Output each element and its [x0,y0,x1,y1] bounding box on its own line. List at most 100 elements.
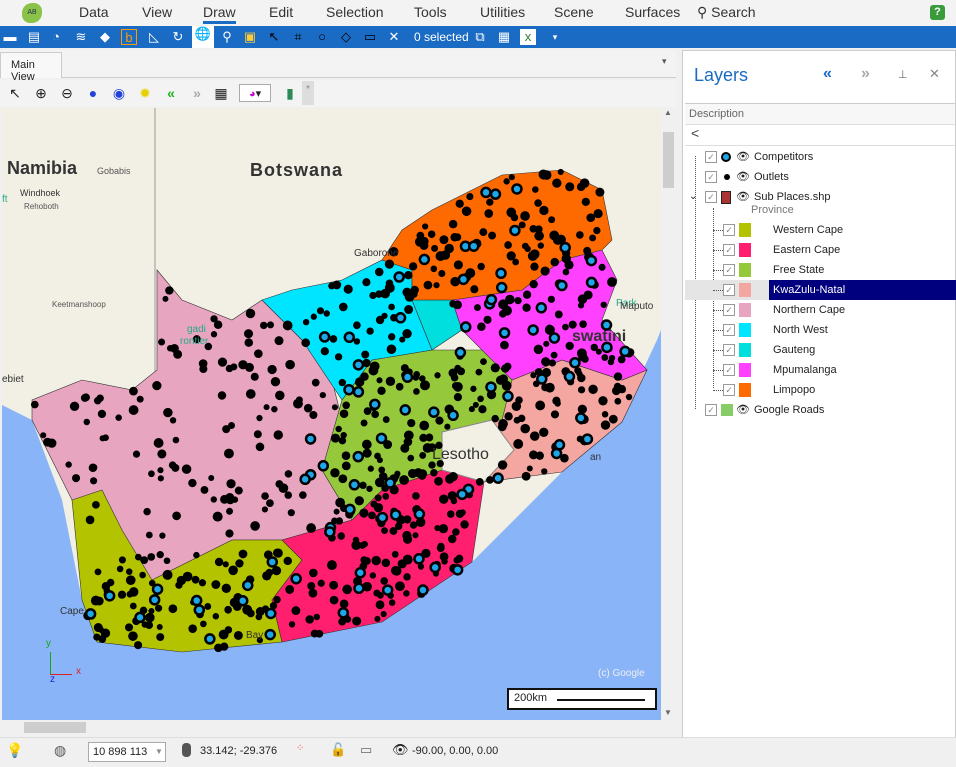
outlet-point[interactable] [607,277,617,287]
outlet-point[interactable] [466,192,474,201]
outlet-point[interactable] [360,419,368,427]
outlet-point[interactable] [226,507,234,515]
outlet-point[interactable] [359,481,367,490]
menu-edit[interactable]: Edit [269,4,293,20]
competitor-point[interactable] [467,240,480,252]
horizontal-scroll-thumb[interactable] [24,722,86,733]
outlet-point[interactable] [404,271,413,280]
outlet-point[interactable] [245,308,256,319]
outlet-point[interactable] [541,357,551,367]
outlet-point[interactable] [211,580,221,589]
outlet-point[interactable] [581,197,590,206]
outlet-point[interactable] [132,450,141,458]
outlet-point[interactable] [473,304,481,312]
outlet-point[interactable] [259,321,268,330]
outlet-point[interactable] [172,436,180,444]
outlet-point[interactable] [163,407,173,418]
province-item[interactable]: ✓ North West [685,320,956,340]
outlet-point[interactable] [503,178,510,185]
outlet-point[interactable] [331,404,338,411]
outlet-point[interactable] [608,354,616,362]
outlet-point[interactable] [320,347,329,356]
outlet-point[interactable] [266,499,274,507]
outlet-point[interactable] [497,460,508,470]
outlet-point[interactable] [537,242,544,249]
competitor-point[interactable] [393,271,405,283]
outlet-point[interactable] [354,496,364,506]
outlet-point[interactable] [484,209,494,218]
province-checkbox[interactable]: ✓ [723,264,735,276]
outlet-point[interactable] [614,397,622,405]
outlet-point[interactable] [521,471,531,481]
outlet-point[interactable] [366,485,373,492]
outlet-point[interactable] [381,527,388,534]
outlet-point[interactable] [222,425,231,434]
competitor-point[interactable] [394,312,407,324]
outlet-point[interactable] [156,551,164,559]
outlet-point[interactable] [541,468,548,475]
outlet-point[interactable] [388,333,396,341]
next-view-icon[interactable]: » [188,84,206,102]
competitor-point[interactable] [459,321,472,333]
province-item[interactable]: ✓ KwaZulu-Natal [685,280,956,300]
outlet-point[interactable] [210,331,218,338]
competitor-point[interactable] [193,604,206,616]
outlet-point[interactable] [565,182,575,192]
eye-icon[interactable]: 👁 [736,167,750,187]
competitor-point[interactable] [369,398,381,411]
outlet-point[interactable] [360,556,368,564]
competitor-point[interactable] [480,186,492,199]
buffer-icon[interactable]: b [121,29,137,45]
outlet-point[interactable] [368,511,376,520]
outlet-point[interactable] [439,235,449,245]
outlet-point[interactable] [117,590,127,599]
tab-main-view[interactable]: Main View [0,52,62,83]
outlet-point[interactable] [380,577,389,585]
outlet-point[interactable] [399,475,409,485]
competitor-point[interactable] [559,241,571,254]
outlet-point[interactable] [267,364,277,375]
outlet-point[interactable] [412,492,420,500]
outlet-point[interactable] [454,364,462,372]
outlet-point[interactable] [273,430,283,440]
outlet-point[interactable] [362,278,371,287]
outlet-point[interactable] [601,411,609,418]
selection-window-icon[interactable]: ⧉ [472,29,488,45]
outlet-point[interactable] [214,557,224,567]
select-polygon-icon[interactable]: ◇ [338,29,354,45]
outlet-point[interactable] [255,607,265,616]
outlet-point[interactable] [577,302,585,309]
outlet-point[interactable] [352,616,362,626]
outlet-point[interactable] [595,187,605,197]
outlet-point[interactable] [530,262,539,271]
competitor-point[interactable] [495,267,507,280]
outlet-point[interactable] [455,199,464,208]
outlet-point[interactable] [520,211,530,221]
outlet-point[interactable] [156,623,163,630]
outlet-point[interactable] [83,418,90,426]
outlet-point[interactable] [181,464,192,474]
outlet-point[interactable] [97,409,107,419]
outlet-point[interactable] [284,470,293,478]
outlet-point[interactable] [351,540,361,551]
outlet-point[interactable] [299,491,307,499]
outlet-point[interactable] [539,427,549,437]
outlet-point[interactable] [403,590,410,597]
outlet-point[interactable] [486,198,494,206]
outlet-point[interactable] [475,368,483,376]
outlet-point[interactable] [176,575,186,586]
expand-chevron-icon[interactable]: ⌄ [689,187,697,207]
outlet-point[interactable] [238,549,248,559]
outlet-point[interactable] [593,226,601,235]
outlet-point[interactable] [309,410,318,420]
outlet-point[interactable] [367,465,374,472]
outlet-point[interactable] [338,436,347,445]
outlet-point[interactable] [448,534,457,544]
outlet-point[interactable] [505,294,515,305]
menu-tools[interactable]: Tools [414,4,447,20]
outlet-point[interactable] [145,612,155,623]
outlet-point[interactable] [488,231,497,240]
competitor-point[interactable] [204,633,216,645]
outlet-point[interactable] [576,348,587,359]
unlock-icon[interactable]: 🔓 [330,742,346,758]
